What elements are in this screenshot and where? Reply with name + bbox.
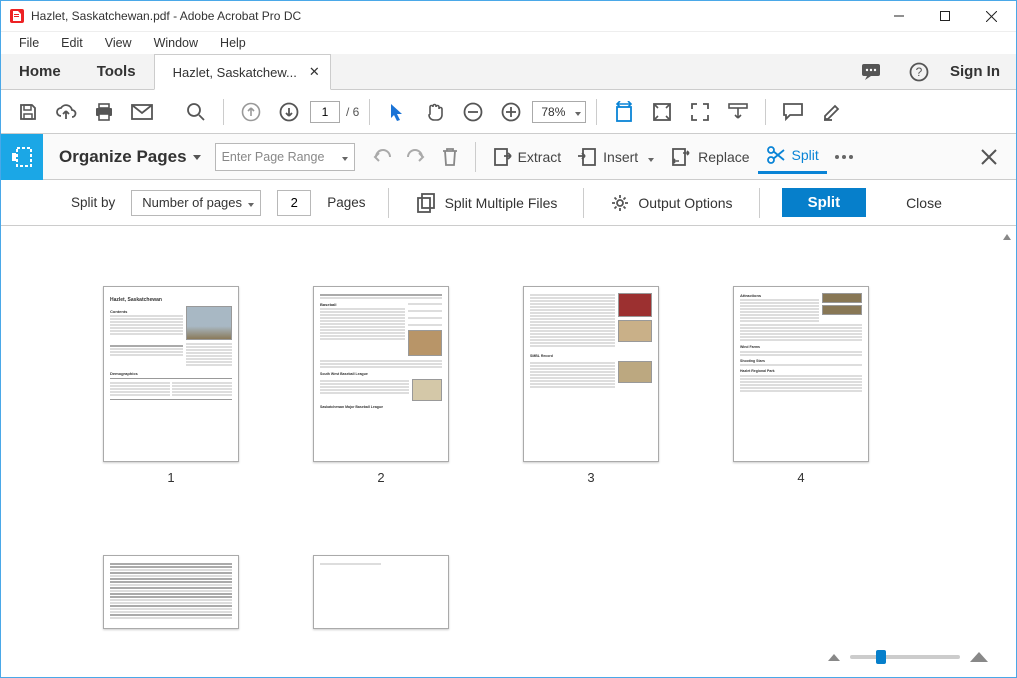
tabbar: Home Tools Hazlet, Saskatchew... ✕ ? Sig… — [1, 54, 1016, 90]
vertical-scrollbar[interactable] — [1000, 229, 1014, 674]
menubar: File Edit View Window Help — [1, 32, 1016, 54]
split-count-input[interactable] — [277, 190, 311, 216]
page-thumbnail[interactable]: SMBL Record 3 — [516, 286, 666, 485]
save-icon[interactable] — [11, 95, 45, 129]
page-total: / 6 — [346, 105, 359, 119]
menu-edit[interactable]: Edit — [53, 34, 91, 52]
page-thumbnail[interactable]: Attractions Wind Farms Shooting Stars Ha… — [726, 286, 876, 485]
page-number-input[interactable] — [310, 101, 340, 123]
page-number: 3 — [587, 470, 594, 485]
page-range-placeholder: Enter Page Range — [222, 150, 332, 164]
organize-title[interactable]: Organize Pages — [59, 147, 201, 167]
organize-toolbar: Organize Pages Enter Page Range Extract … — [1, 134, 1016, 180]
workspace: Hazlet, Saskatchewan Contents Demographi… — [1, 226, 1016, 674]
menu-file[interactable]: File — [11, 34, 47, 52]
redo-icon[interactable] — [399, 140, 433, 174]
maximize-button[interactable] — [922, 1, 968, 31]
titlebar: Hazlet, Saskatchewan.pdf - Adobe Acrobat… — [1, 1, 1016, 32]
hand-icon[interactable] — [418, 95, 452, 129]
page-thumbnail[interactable]: Hazlet, Saskatchewan Contents Demographi… — [96, 286, 246, 485]
svg-text:?: ? — [916, 65, 923, 79]
zoom-slider-bar — [1, 646, 1000, 668]
sign-in-link[interactable]: Sign In — [950, 63, 1000, 80]
more-icon[interactable] — [827, 140, 861, 174]
read-mode-icon[interactable] — [721, 95, 755, 129]
zoom-out-thumb-icon[interactable] — [826, 651, 842, 663]
page-thumbnail[interactable]: Baseball South West Baseball League Sask… — [306, 286, 456, 485]
close-panel-icon[interactable] — [972, 140, 1006, 174]
extract-button[interactable]: Extract — [484, 140, 570, 174]
menu-help[interactable]: Help — [212, 34, 254, 52]
help-icon[interactable]: ? — [902, 55, 936, 89]
highlight-icon[interactable] — [814, 95, 848, 129]
split-action-button[interactable]: Split — [782, 188, 867, 217]
page-number: 2 — [377, 470, 384, 485]
tab-document-label: Hazlet, Saskatchew... — [173, 65, 297, 80]
zoom-slider[interactable] — [850, 655, 960, 659]
replace-button[interactable]: Replace — [662, 140, 757, 174]
page-number-control: / 6 — [310, 101, 359, 123]
print-icon[interactable] — [87, 95, 121, 129]
next-page-icon[interactable] — [272, 95, 306, 129]
menu-view[interactable]: View — [97, 34, 140, 52]
delete-icon[interactable] — [433, 140, 467, 174]
page-thumbnail[interactable] — [306, 555, 456, 629]
split-mode-dropdown[interactable]: Number of pages — [131, 190, 261, 216]
annotation-icon[interactable] — [776, 95, 810, 129]
undo-icon[interactable] — [365, 140, 399, 174]
pointer-icon[interactable] — [380, 95, 414, 129]
organize-badge-icon — [1, 134, 43, 180]
zoom-value: 78% — [541, 105, 565, 119]
tab-tools[interactable]: Tools — [79, 54, 154, 89]
page-number: 1 — [167, 470, 174, 485]
pages-label: Pages — [327, 195, 365, 210]
menu-window[interactable]: Window — [146, 34, 206, 52]
close-tab-icon[interactable]: ✕ — [309, 64, 320, 80]
zoom-dropdown[interactable]: 78% — [532, 101, 586, 123]
app-icon — [9, 8, 25, 24]
main-toolbar: / 6 78% — [1, 90, 1016, 134]
close-window-button[interactable] — [968, 1, 1014, 31]
zoom-in-thumb-icon[interactable] — [968, 650, 990, 664]
window-controls — [876, 1, 1014, 31]
email-icon[interactable] — [125, 95, 159, 129]
cloud-upload-icon[interactable] — [49, 95, 83, 129]
tab-home[interactable]: Home — [1, 54, 79, 89]
thumbnail-grid: Hazlet, Saskatchewan Contents Demographi… — [1, 226, 1016, 649]
zoom-out-icon[interactable] — [456, 95, 490, 129]
minimize-button[interactable] — [876, 1, 922, 31]
page-thumbnail[interactable] — [96, 555, 246, 629]
tab-document[interactable]: Hazlet, Saskatchew... ✕ — [154, 54, 331, 90]
close-link[interactable]: Close — [906, 195, 942, 211]
split-options-bar: Split by Number of pages Pages Split Mul… — [1, 180, 1016, 226]
insert-button[interactable]: Insert — [569, 140, 662, 174]
page-range-input[interactable]: Enter Page Range — [215, 143, 355, 171]
fit-width-icon[interactable] — [607, 95, 641, 129]
search-icon[interactable] — [179, 95, 213, 129]
zoom-slider-knob[interactable] — [876, 650, 886, 664]
split-multiple-button[interactable]: Split Multiple Files — [411, 192, 562, 214]
output-options-button[interactable]: Output Options — [606, 193, 736, 213]
window-title: Hazlet, Saskatchewan.pdf - Adobe Acrobat… — [31, 9, 876, 23]
page-number: 4 — [797, 470, 804, 485]
split-by-label: Split by — [71, 195, 115, 210]
fit-page-icon[interactable] — [645, 95, 679, 129]
comment-icon[interactable] — [854, 55, 888, 89]
full-screen-icon[interactable] — [683, 95, 717, 129]
prev-page-icon[interactable] — [234, 95, 268, 129]
zoom-in-icon[interactable] — [494, 95, 528, 129]
scroll-up-icon[interactable] — [1000, 229, 1014, 245]
split-button[interactable]: Split — [758, 140, 827, 174]
